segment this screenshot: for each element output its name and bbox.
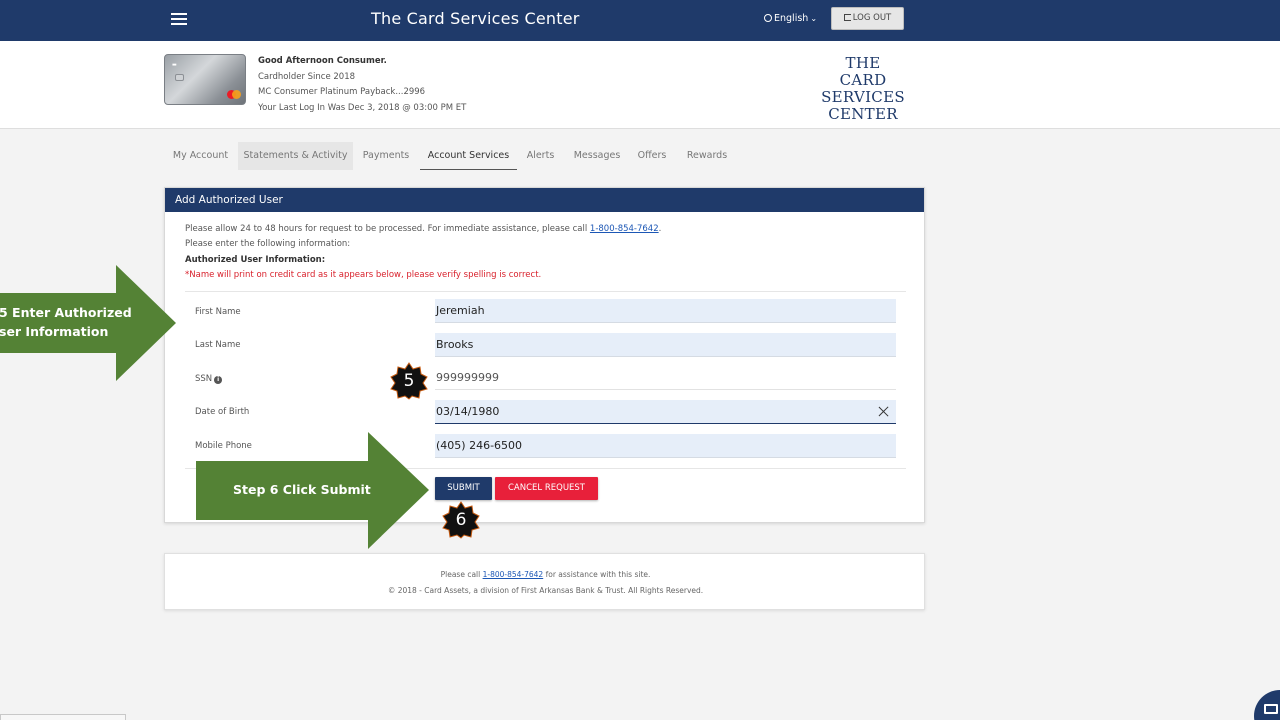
tab-account-services[interactable]: Account Services (420, 142, 517, 170)
panel-title: Add Authorized User (165, 188, 924, 212)
last-name-field[interactable]: Brooks (435, 333, 896, 357)
envelope-icon (1264, 704, 1278, 714)
hamburger-menu-icon[interactable] (171, 13, 187, 25)
tab-rewards[interactable]: Rewards (676, 142, 738, 170)
chevron-down-icon: ⌄ (810, 14, 818, 23)
footer-phone-link[interactable]: 1-800-854-7642 (483, 570, 544, 579)
last-login: Your Last Log In Was Dec 3, 2018 @ 03:00… (258, 103, 467, 113)
footer-copyright: © 2018 - Card Assets, a division of Firs… (387, 586, 704, 595)
tab-statements-activity[interactable]: Statements & Activity (238, 142, 353, 170)
submit-button[interactable]: SUBMIT (435, 477, 492, 500)
cardholder-since: Cardholder Since 2018 (258, 72, 356, 82)
card-chip (175, 74, 184, 81)
name-warning: *Name will print on credit card as it ap… (185, 270, 542, 280)
clear-icon[interactable] (878, 406, 889, 417)
greeting: Good Afternoon Consumer. (258, 56, 387, 66)
sign-out-icon (843, 14, 851, 21)
step6-arrow-label: Step 6 Click Submit (233, 482, 371, 497)
cancel-request-button[interactable]: CANCEL REQUEST (495, 477, 598, 500)
step5-badge: 5 (390, 362, 428, 400)
info-icon[interactable]: i (214, 376, 223, 384)
divider (185, 291, 906, 292)
section-title: Authorized User Information: (185, 255, 326, 265)
bottom-tab (0, 714, 126, 720)
tab-alerts[interactable]: Alerts (518, 142, 563, 170)
instruction-text: Please enter the following information: (185, 239, 351, 249)
phone-link[interactable]: 1-800-854-7642 (590, 224, 659, 234)
tab-payments[interactable]: Payments (353, 142, 419, 170)
last-name-label: Last Name (195, 340, 241, 350)
tab-my-account[interactable]: My Account (164, 142, 237, 170)
logout-button[interactable]: LOG OUT (831, 7, 904, 30)
ssn-field[interactable]: 999999999 (435, 366, 896, 390)
first-name-label: First Name (195, 307, 241, 317)
processing-notice: Please allow 24 to 48 hours for request … (185, 224, 662, 234)
globe-icon (764, 14, 772, 22)
date-of-birth-field[interactable]: 03/14/1980 (435, 400, 896, 424)
card-brand-mark: ▬ (172, 62, 177, 68)
ssn-label: SSN i (195, 374, 223, 384)
account-header: ▬ Good Afternoon Consumer. Cardholder Si… (0, 41, 1280, 129)
chat-icon[interactable] (1254, 690, 1280, 720)
language-label: English (774, 13, 809, 24)
footer-assistance: Please call 1-800-854-7642 for assistanc… (440, 570, 651, 579)
card-services-center-logo: THE CARD SERVICES CENTER (821, 54, 905, 123)
logout-label: LOG OUT (852, 13, 892, 23)
mobile-phone-field[interactable]: (405) 246-6500 (435, 434, 896, 458)
tab-messages[interactable]: Messages (564, 142, 630, 170)
account-name: MC Consumer Platinum Payback...2996 (258, 87, 426, 97)
credit-card-image: ▬ (164, 54, 246, 105)
step5-arrow-label: 5 Enter Authorized ser Information (0, 305, 132, 339)
step6-badge: 6 (442, 501, 480, 539)
page-footer: Please call 1-800-854-7642 for assistanc… (164, 553, 925, 610)
dob-label: Date of Birth (195, 407, 250, 417)
first-name-field[interactable]: Jeremiah (435, 299, 896, 323)
app-title: The Card Services Center (371, 9, 580, 28)
language-selector[interactable]: English ⌄ (764, 13, 817, 24)
top-nav-bar: The Card Services Center English ⌄ LOG OU… (0, 0, 1280, 41)
tab-offers[interactable]: Offers (630, 142, 674, 170)
